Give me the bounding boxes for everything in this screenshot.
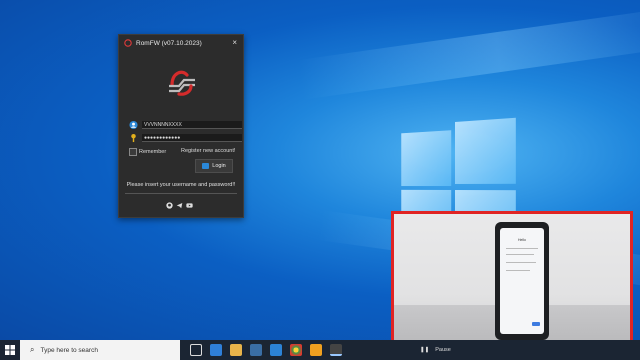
taskbar-apps <box>190 344 342 356</box>
username-row: VVVNNNNXXXX <box>129 120 242 130</box>
divider <box>125 193 237 194</box>
window-title: RomFW (v07.10.2023) <box>136 39 202 47</box>
remember-checkbox-row[interactable]: Remember <box>129 148 166 156</box>
username-input[interactable]: VVVNNNNXXXX <box>142 121 242 129</box>
mail-icon[interactable] <box>270 344 282 356</box>
romfw-logo-icon <box>124 39 132 47</box>
file-explorer-icon[interactable] <box>230 344 242 356</box>
chrome-icon[interactable] <box>290 344 302 356</box>
register-link[interactable]: Register new account! <box>181 148 235 154</box>
social-links <box>166 202 193 209</box>
romfw-app-logo <box>169 70 195 96</box>
romfw-login-window: RomFW (v07.10.2023) × VVVNNNNXXXX ●●●●●●… <box>118 34 244 218</box>
phone-device: Hello <box>495 222 549 340</box>
close-button[interactable]: × <box>232 38 237 47</box>
start-button[interactable] <box>0 340 20 360</box>
login-button[interactable]: Login <box>195 159 233 173</box>
light-beam <box>297 4 640 100</box>
phone-next-button <box>532 322 540 326</box>
phone-screen-title: Hello <box>518 238 526 242</box>
webcam-overlay: Hello <box>391 211 633 350</box>
pause-icon[interactable]: ❚❚ <box>420 347 429 353</box>
status-message: Please insert your username and password… <box>126 182 236 188</box>
windows-start-icon <box>5 345 15 355</box>
romfw-taskbar-icon[interactable] <box>330 344 342 356</box>
edge-icon[interactable] <box>210 344 222 356</box>
app-icon[interactable] <box>310 344 322 356</box>
taskbar: ⌕ Type here to search ❚❚ Pause <box>0 340 640 360</box>
login-label: Login <box>212 163 226 169</box>
taskbar-search[interactable]: ⌕ Type here to search <box>20 340 180 360</box>
github-icon[interactable] <box>166 202 173 209</box>
phone-screen: Hello <box>500 228 544 334</box>
remember-checkbox[interactable] <box>129 148 137 156</box>
titlebar: RomFW (v07.10.2023) × <box>119 35 243 51</box>
tray-pause-label: Pause <box>435 347 451 353</box>
system-tray: ❚❚ Pause <box>420 340 451 360</box>
login-icon <box>202 163 210 169</box>
telegram-icon[interactable] <box>176 202 183 209</box>
user-icon <box>129 120 138 130</box>
password-input[interactable]: ●●●●●●●●●●●● <box>142 134 242 142</box>
task-view-icon[interactable] <box>190 344 202 356</box>
key-icon <box>131 133 136 143</box>
youtube-icon[interactable] <box>186 202 193 209</box>
password-row: ●●●●●●●●●●●● <box>129 133 242 143</box>
store-icon[interactable] <box>250 344 262 356</box>
search-icon: ⌕ <box>30 345 35 354</box>
remember-label: Remember <box>139 149 167 155</box>
search-placeholder: Type here to search <box>40 346 98 354</box>
